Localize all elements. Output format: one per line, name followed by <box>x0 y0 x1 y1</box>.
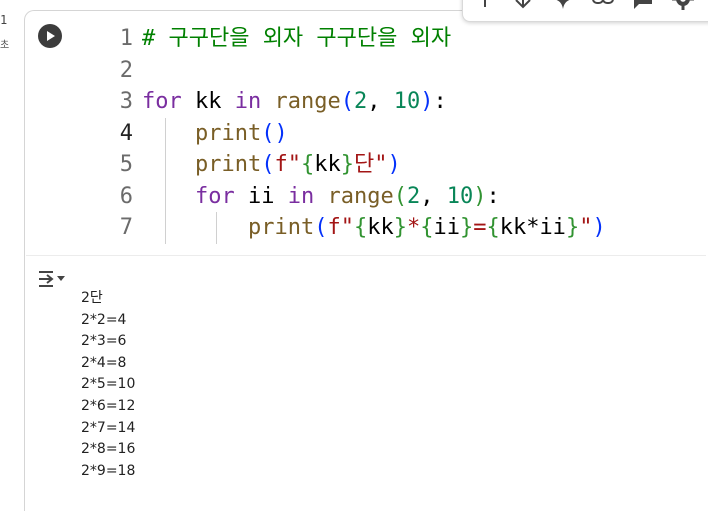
execution-time-unit: 초 <box>0 40 10 51</box>
code-token: 2 <box>406 183 421 209</box>
code-token: } <box>340 152 354 177</box>
play-icon <box>47 31 55 41</box>
code-token: ( <box>340 89 354 114</box>
code-token: { <box>486 215 500 240</box>
code-token: ( <box>314 215 328 240</box>
code-token: print <box>194 152 262 177</box>
code-token: , <box>420 183 447 209</box>
execution-count: 1 <box>0 13 8 27</box>
code-token: ) <box>592 215 606 240</box>
code-token: ( <box>393 183 407 209</box>
code-token: kk <box>181 89 235 114</box>
code-token: } <box>459 215 474 240</box>
cell-output: 2단 2*2=4 2*3=6 2*4=8 2*5=10 2*6=12 2*7=14 2*8=1… <box>81 288 135 482</box>
code-token: : <box>433 89 447 114</box>
line-number: 5 <box>119 152 133 177</box>
code-text: print(f"{kk}*{ii}={kk*ii}") <box>142 212 606 244</box>
output-line: 2*3=6 <box>81 333 127 350</box>
output-line: 2*8=16 <box>81 441 136 458</box>
code-token: { <box>353 215 368 240</box>
code-token: ii <box>234 183 288 209</box>
run-cell-button[interactable] <box>38 24 62 48</box>
code-token: kk*ii <box>499 215 566 240</box>
code-token: ii <box>433 215 460 240</box>
code-token: kk <box>314 152 341 177</box>
code-text: for ii in range(2, 10): <box>142 181 500 213</box>
code-token: # 구구단을 외자 구구단을 외자 <box>142 26 452 51</box>
code-token: 2 <box>353 89 368 114</box>
move-up-icon[interactable] <box>473 0 497 11</box>
code-text: print(f"{kk}단") <box>142 149 401 181</box>
code-text: for kk in range(2, 10): <box>142 86 447 118</box>
indent-guide <box>165 118 166 244</box>
code-cell[interactable]: 1 # 구구단을 외자 구구단을 외자 2 3 for kk in range(2, 1… <box>24 10 708 511</box>
output-separator <box>26 255 706 256</box>
code-token: : <box>486 183 500 209</box>
code-token: } <box>393 215 407 240</box>
code-token: for <box>194 183 235 209</box>
code-token: kk <box>367 215 394 240</box>
code-text: print() <box>142 118 288 150</box>
indent-guide-inner <box>216 212 217 244</box>
code-token: } <box>565 215 580 240</box>
output-actions-icon <box>39 271 65 287</box>
code-token: 10 <box>446 183 474 209</box>
settings-gear-icon[interactable] <box>671 0 695 11</box>
line-number: 1 <box>119 26 133 51</box>
code-token: = <box>473 215 487 240</box>
output-line: 2*2=4 <box>81 311 127 328</box>
line-number: 4 <box>119 120 133 146</box>
output-line: 2*5=10 <box>81 376 136 393</box>
code-token: { <box>300 152 315 177</box>
cell-toolbar <box>462 0 708 22</box>
code-token: for <box>142 89 182 114</box>
link-icon[interactable] <box>591 0 615 11</box>
code-token: ( <box>261 152 275 177</box>
move-down-icon[interactable] <box>511 0 535 11</box>
code-token: () <box>261 120 288 146</box>
output-line: 2*4=8 <box>81 354 127 371</box>
code-token: range <box>274 89 341 114</box>
output-actions-button[interactable] <box>38 268 68 290</box>
output-line: 2단 <box>81 290 103 306</box>
code-token: , <box>367 89 394 114</box>
code-token: { <box>420 215 434 240</box>
code-token: f" <box>327 215 354 240</box>
code-token: ) <box>473 183 487 209</box>
code-token: print <box>194 120 262 146</box>
code-token: in <box>287 183 315 209</box>
line-number: 3 <box>119 89 133 114</box>
code-token: print <box>247 215 315 240</box>
line-number: 2 <box>119 57 133 83</box>
code-token: f" <box>274 152 301 177</box>
code-token: 10 <box>393 89 421 114</box>
output-line: 2*6=12 <box>81 397 136 414</box>
code-token: range <box>327 183 394 209</box>
gemini-sparkle-icon[interactable] <box>551 0 575 11</box>
line-number: 6 <box>119 183 133 209</box>
code-token: " <box>579 215 593 240</box>
code-token: in <box>234 89 262 114</box>
left-gutter: 1 초 <box>0 0 24 498</box>
code-token: ) <box>387 152 401 177</box>
output-line: 2*9=18 <box>81 462 136 479</box>
output-line: 2*7=14 <box>81 419 136 436</box>
line-number: 7 <box>119 215 133 240</box>
code-token: 단" <box>353 152 388 177</box>
code-text: # 구구단을 외자 구구단을 외자 <box>142 23 451 55</box>
comment-icon[interactable] <box>631 0 655 11</box>
code-token: ) <box>420 89 434 114</box>
code-token: * <box>406 215 421 240</box>
